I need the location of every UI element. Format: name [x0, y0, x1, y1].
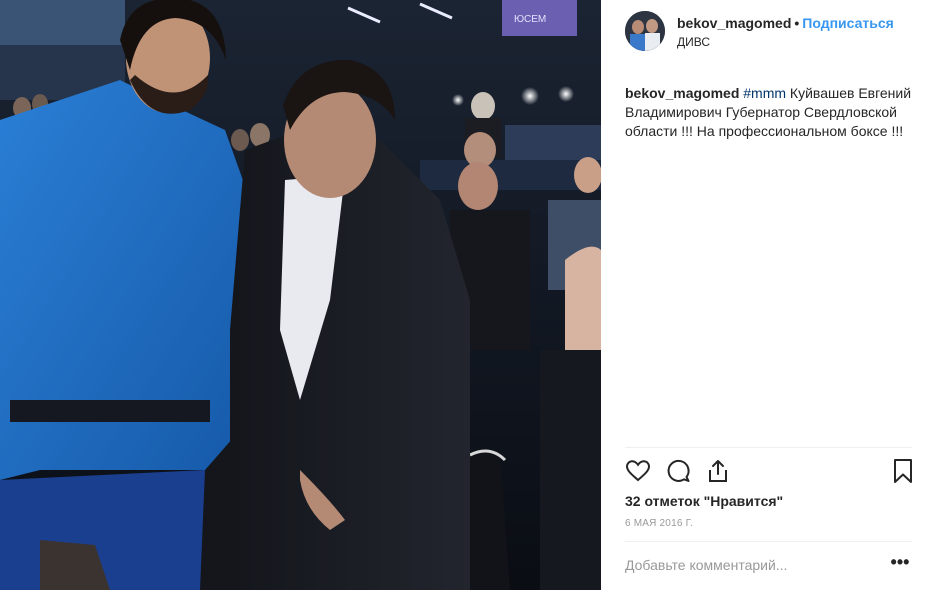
- post-header: bekov_magomed • Подписаться ДИВС: [625, 11, 920, 53]
- arena-screen-text: ЮСЕМ: [514, 14, 546, 25]
- divider: [625, 447, 912, 448]
- follow-button[interactable]: Подписаться: [802, 15, 894, 31]
- header-user-line: bekov_magomed • Подписаться: [677, 15, 894, 31]
- likes-count[interactable]: 32 отметок "Нравится": [625, 493, 783, 509]
- share-icon[interactable]: [705, 458, 731, 484]
- caption-username[interactable]: bekov_magomed: [625, 85, 739, 101]
- comment-input[interactable]: [625, 553, 875, 577]
- post-date[interactable]: 6 МАЯ 2016 Г.: [625, 518, 693, 529]
- action-bar: [625, 458, 915, 486]
- heart-icon[interactable]: [625, 458, 651, 484]
- post-caption: bekov_magomed #mmm Куйвашев Евгений Влад…: [625, 84, 915, 141]
- avatar[interactable]: [625, 11, 665, 51]
- comment-icon[interactable]: [665, 458, 691, 484]
- location-link[interactable]: ДИВС: [677, 35, 710, 49]
- divider: [625, 541, 912, 542]
- separator-dot: •: [794, 15, 800, 31]
- caption-hashtag[interactable]: #mmm: [743, 85, 786, 101]
- post-photo[interactable]: ЮСЕМ: [0, 0, 601, 590]
- comment-form: •••: [625, 553, 915, 577]
- username-link[interactable]: bekov_magomed: [677, 15, 791, 31]
- more-icon[interactable]: •••: [889, 553, 911, 574]
- post-side-panel: bekov_magomed • Подписаться ДИВС bekov_mag…: [601, 0, 926, 590]
- bookmark-icon[interactable]: [890, 458, 916, 484]
